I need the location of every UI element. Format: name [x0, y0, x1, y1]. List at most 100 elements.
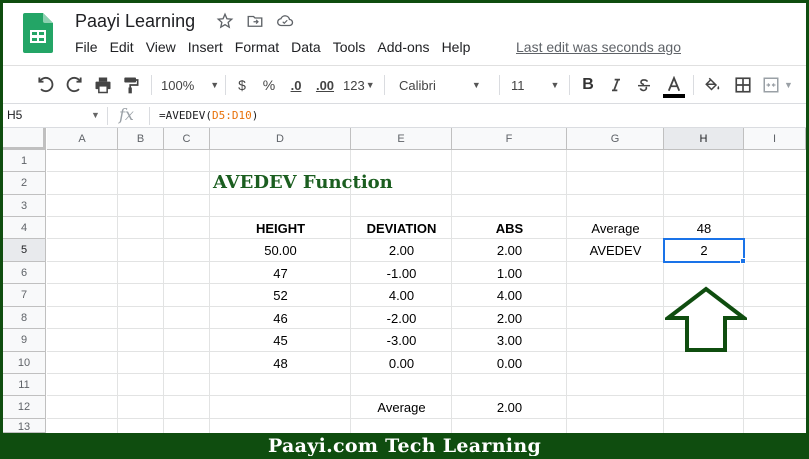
percent-format-button[interactable]: % — [260, 74, 278, 96]
text-color-swatch — [663, 94, 685, 98]
row-header-12[interactable]: 12 — [3, 396, 46, 419]
spreadsheet-grid[interactable]: A B C D E F G H I 1 2 3 4 5 6 7 8 9 10 1… — [3, 128, 806, 433]
header-abs[interactable]: ABS — [452, 217, 567, 239]
menu-data[interactable]: Data — [289, 39, 328, 55]
chevron-down-icon[interactable]: ▼ — [91, 110, 100, 120]
column-header-i[interactable]: I — [744, 128, 806, 150]
deviation-cell[interactable]: 4.00 — [351, 284, 452, 307]
height-cell[interactable]: 46 — [210, 307, 351, 329]
row-header-11[interactable]: 11 — [3, 374, 46, 396]
font-select[interactable]: Calibri ▼ — [399, 74, 491, 96]
abs-cell[interactable]: 0.00 — [452, 352, 567, 374]
menu-file[interactable]: File — [73, 39, 105, 55]
row-header-4[interactable]: 4 — [3, 217, 46, 239]
height-cell[interactable]: 48 — [210, 352, 351, 374]
column-header-f[interactable]: F — [452, 128, 567, 150]
move-folder-icon[interactable] — [246, 12, 264, 30]
sheets-logo-icon[interactable] — [23, 13, 53, 53]
redo-button[interactable] — [63, 74, 85, 96]
strikethrough-button[interactable] — [635, 74, 653, 96]
row-header-8[interactable]: 8 — [3, 307, 46, 329]
font-size-select[interactable]: 11 ▼ — [511, 74, 561, 96]
abs-average-label-cell[interactable]: Average — [351, 396, 452, 419]
paint-format-button[interactable] — [120, 74, 142, 96]
column-header-b[interactable]: B — [118, 128, 164, 150]
abs-cell[interactable]: 3.00 — [452, 329, 567, 352]
currency-format-button[interactable]: $ — [233, 74, 251, 96]
menu-tools[interactable]: Tools — [331, 39, 373, 55]
document-title[interactable]: Paayi Learning — [75, 11, 195, 32]
last-edit-link[interactable]: Last edit was seconds ago — [516, 39, 681, 55]
row-header-7[interactable]: 7 — [3, 284, 46, 307]
row-header-6[interactable]: 6 — [3, 262, 46, 284]
row-header-3[interactable]: 3 — [3, 195, 46, 217]
row-header-2[interactable]: 2 — [3, 172, 46, 195]
formula-input[interactable]: =AVEDEV(D5:D10) — [159, 109, 258, 122]
toolbar-separator — [225, 75, 226, 95]
up-arrow-icon — [665, 286, 747, 352]
avedev-label-cell[interactable]: AVEDEV — [567, 239, 664, 262]
header-deviation[interactable]: DEVIATION — [351, 217, 452, 239]
column-header-h[interactable]: H — [664, 128, 744, 150]
text-color-icon — [667, 76, 681, 92]
row-header-10[interactable]: 10 — [3, 352, 46, 374]
row-header-13[interactable]: 13 — [3, 419, 46, 433]
toolbar-separator — [151, 75, 152, 95]
column-header-g[interactable]: G — [567, 128, 664, 150]
row-header-5[interactable]: 5 — [3, 239, 46, 262]
deviation-cell[interactable]: 2.00 — [351, 239, 452, 262]
sheet-title-cell[interactable]: AVEDEV Function — [213, 172, 393, 193]
active-cell-selection[interactable] — [663, 238, 745, 263]
name-box[interactable]: H5 — [7, 108, 22, 122]
grid-line — [117, 150, 118, 433]
column-header-d[interactable]: D — [210, 128, 351, 150]
deviation-cell[interactable]: -3.00 — [351, 329, 452, 352]
text-color-button[interactable] — [663, 74, 685, 100]
undo-button[interactable] — [35, 74, 57, 96]
abs-cell[interactable]: 1.00 — [452, 262, 567, 284]
height-cell[interactable]: 45 — [210, 329, 351, 352]
row-header-9[interactable]: 9 — [3, 329, 46, 352]
fill-color-button[interactable] — [702, 74, 724, 96]
deviation-cell[interactable]: 0.00 — [351, 352, 452, 374]
menu-view[interactable]: View — [144, 39, 183, 55]
row-header-1[interactable]: 1 — [3, 150, 46, 172]
decrease-decimal-button[interactable]: .0 — [286, 74, 306, 96]
abs-average-value-cell[interactable]: 2.00 — [452, 396, 567, 419]
average-label-cell[interactable]: Average — [567, 217, 664, 239]
height-cell[interactable]: 47 — [210, 262, 351, 284]
menu-bar: File Edit View Insert Format Data Tools … — [73, 39, 480, 55]
height-cell[interactable]: 52 — [210, 284, 351, 307]
paint-format-icon — [124, 77, 139, 94]
more-formats-button[interactable]: 123 ▼ — [343, 74, 377, 96]
menu-help[interactable]: Help — [440, 39, 478, 55]
average-value-cell[interactable]: 48 — [664, 217, 744, 239]
borders-button[interactable] — [732, 74, 754, 96]
deviation-cell[interactable]: -2.00 — [351, 307, 452, 329]
merge-cells-button[interactable]: ▼ — [762, 74, 798, 96]
cloud-saved-icon[interactable] — [276, 12, 294, 30]
abs-cell[interactable]: 2.00 — [452, 239, 567, 262]
column-header-a[interactable]: A — [47, 128, 118, 150]
column-header-e[interactable]: E — [351, 128, 452, 150]
abs-cell[interactable]: 4.00 — [452, 284, 567, 307]
italic-button[interactable] — [607, 74, 625, 96]
increase-decimal-button[interactable]: .00 — [313, 74, 337, 96]
column-header-c[interactable]: C — [164, 128, 210, 150]
star-icon[interactable] — [216, 12, 234, 30]
menu-insert[interactable]: Insert — [186, 39, 230, 55]
menu-format[interactable]: Format — [233, 39, 286, 55]
deviation-cell[interactable]: -1.00 — [351, 262, 452, 284]
zoom-select[interactable]: 100% ▼ — [161, 74, 219, 96]
print-button[interactable] — [92, 74, 114, 96]
fill-handle[interactable] — [740, 258, 746, 264]
bold-button[interactable]: B — [579, 74, 597, 96]
print-icon — [95, 77, 111, 94]
menu-addons[interactable]: Add-ons — [375, 39, 436, 55]
select-all-corner[interactable] — [3, 128, 46, 150]
header-height[interactable]: HEIGHT — [210, 217, 351, 239]
menu-edit[interactable]: Edit — [108, 39, 141, 55]
title-bar: Paayi Learning File Edit View Insert For… — [3, 3, 806, 65]
abs-cell[interactable]: 2.00 — [452, 307, 567, 329]
height-cell[interactable]: 50.00 — [210, 239, 351, 262]
